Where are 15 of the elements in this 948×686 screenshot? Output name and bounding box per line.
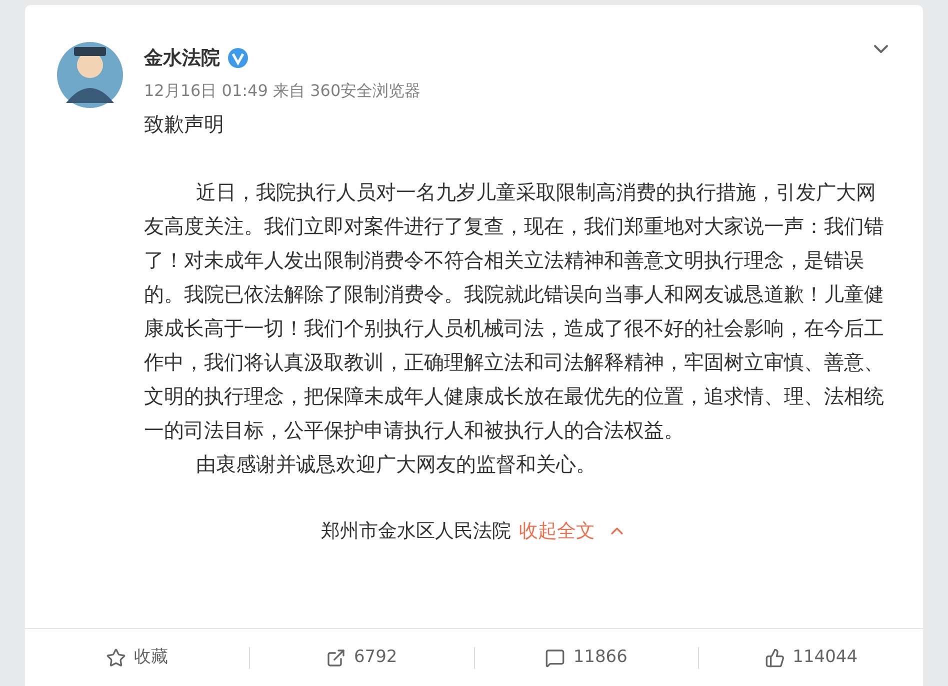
action-button[interactable]: 收藏 (25, 644, 249, 670)
action-button[interactable]: 114044 (699, 644, 923, 670)
star-icon (106, 648, 126, 668)
post-paragraph: 近日，我院执行人员对一名九岁儿童采取限制高消费的执行措施，引发广大网友高度关注。我们立即对案件进行了复查，现在，我们郑重地对大家说一声：我们错了！对未成年人发出限制消费令不符合相关立法精神和善意文明执行理念，是错误的。我院已依法解除了限制消费令。我院就此错误向当事人和网友诚恳道歉！儿童健康成长高于一切！我们个别执行人员机械司法，造成了很不好的社会影响，在今后工作中，我们将认真汲取教训，正确理解立法和司法解释精神，牢固树立审慎、善意、文明的执行理念，把保障未成年人健康成长放在最优先的位置，追求情、理、法相统一的司法目标，公平保护申请执行人和被执行人的合法权益。 (144, 179, 885, 444)
signature: 郑州市金水区人民法院 (321, 519, 511, 544)
comment-icon (545, 648, 566, 668)
author-name[interactable]: 金水法院 (144, 44, 220, 72)
post-title: 致歉声明 (144, 111, 225, 138)
action-button[interactable]: 11866 (474, 644, 698, 670)
post-paragraph: 由衷感谢并诚恳欢迎广大网友的监督和关心。 (195, 451, 597, 478)
post-meta: 12月16日 01:49 来自 360安全浏览器 (144, 80, 421, 102)
collapse-link[interactable]: 收起全文 (519, 517, 627, 546)
thumbs-up-icon (764, 648, 785, 668)
share-icon (326, 648, 346, 668)
action-button[interactable]: 6792 (250, 644, 474, 670)
